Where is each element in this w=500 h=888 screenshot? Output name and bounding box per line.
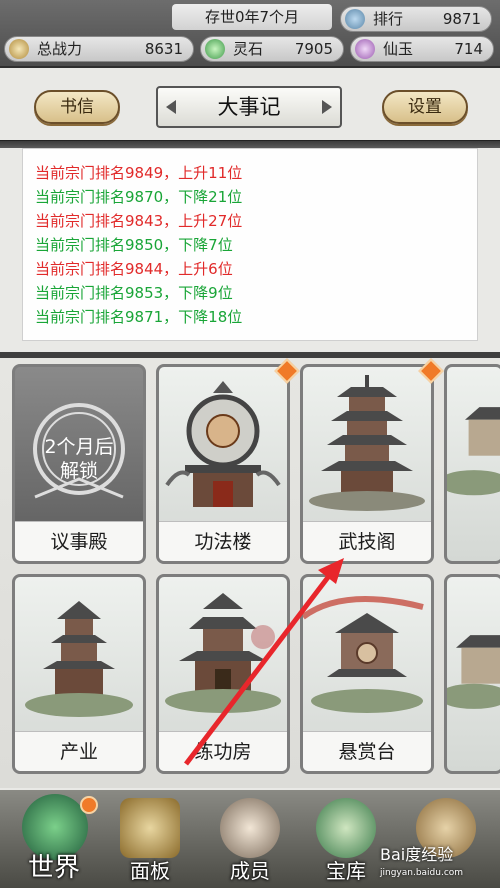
spirit-stone-icon bbox=[205, 39, 225, 59]
rank-icon bbox=[345, 9, 365, 29]
nav-treasury[interactable]: 宝库 bbox=[300, 790, 392, 888]
unlock-label: 解锁 bbox=[59, 460, 98, 482]
power-pill: 总战力 8631 bbox=[4, 36, 194, 62]
industry-art bbox=[25, 601, 133, 717]
event-line: 当前宗门排名9871，下降18位 bbox=[35, 308, 243, 326]
partial-building-art bbox=[447, 407, 500, 496]
spirit-stone-label: 灵石 bbox=[233, 40, 264, 58]
nav-label: 世界 bbox=[27, 853, 80, 883]
event-line: 当前宗门排名9870，下降21位 bbox=[35, 188, 243, 206]
building-name: 武技阁 bbox=[303, 521, 431, 561]
page-title-text: 大事记 bbox=[217, 95, 281, 119]
jade-pill[interactable]: 仙玉 714 bbox=[350, 36, 494, 62]
settings-button[interactable]: 设置 bbox=[382, 90, 468, 124]
building-name: 悬赏台 bbox=[303, 731, 431, 771]
notification-dot bbox=[80, 796, 98, 814]
nav-members[interactable]: 成员 bbox=[204, 790, 296, 888]
title-right-ornament bbox=[322, 100, 332, 114]
building-card-industry[interactable]: 产业 bbox=[12, 574, 146, 774]
watermark-sub: jingyan.baidu.com bbox=[380, 868, 464, 878]
spirit-stone-value: 7905 bbox=[294, 40, 333, 58]
sword-icon bbox=[9, 39, 29, 59]
event-line: 当前宗门排名9844，上升6位 bbox=[35, 260, 233, 278]
letters-button[interactable]: 书信 bbox=[34, 90, 120, 124]
building-name: 产业 bbox=[15, 731, 143, 771]
martial-pavilion-art bbox=[309, 375, 425, 511]
building-card-partial[interactable] bbox=[444, 364, 500, 564]
jade-value: 714 bbox=[454, 40, 483, 58]
building-card-bounty-board[interactable]: 悬赏台 bbox=[300, 574, 434, 774]
yin-yang-icon bbox=[316, 798, 376, 858]
power-value: 8631 bbox=[144, 40, 183, 58]
scroll-icon bbox=[120, 798, 180, 858]
jade-label: 仙玉 bbox=[383, 40, 414, 58]
rank-label: 排行 bbox=[373, 10, 404, 28]
era-display: 存世0年7个月 bbox=[172, 4, 332, 30]
jade-icon bbox=[355, 39, 375, 59]
event-line: 当前宗门排名9843，上升27位 bbox=[35, 212, 243, 230]
watermark: Bai度经验 jingyan.baidu.com bbox=[380, 846, 463, 882]
building-name: 练功房 bbox=[159, 731, 287, 771]
watermark-main: Bai度经验 bbox=[380, 845, 454, 864]
technique-tower-art bbox=[165, 381, 281, 507]
events-log[interactable]: 当前宗门排名9849，上升11位 当前宗门排名9870，下降21位 当前宗门排名… bbox=[22, 148, 478, 341]
building-name: 议事殿 bbox=[15, 521, 143, 561]
training-room-art bbox=[165, 593, 281, 713]
building-card-training-room[interactable]: 练功房 bbox=[156, 574, 290, 774]
event-line: 当前宗门排名9853，下降9位 bbox=[35, 284, 233, 302]
building-name: 功法楼 bbox=[159, 521, 287, 561]
rank-value: 9871 bbox=[442, 10, 481, 28]
status-bar: 存世0年7个月 排行 9871 总战力 8631 灵石 7905 仙玉 714 bbox=[0, 0, 500, 68]
event-line: 当前宗门排名9850，下降7位 bbox=[35, 236, 233, 254]
nav-label: 面板 bbox=[130, 859, 170, 883]
nav-label: 宝库 bbox=[326, 859, 366, 883]
building-card-martial-pavilion[interactable]: 武技阁 bbox=[300, 364, 434, 564]
nav-label: 成员 bbox=[230, 859, 270, 883]
building-card-partial-2[interactable] bbox=[444, 574, 500, 774]
header-divider bbox=[0, 140, 500, 148]
spirit-stone-pill[interactable]: 灵石 7905 bbox=[200, 36, 344, 62]
building-card-council-hall[interactable]: 2个月后 解锁 议事殿 bbox=[12, 364, 146, 564]
rank-pill[interactable]: 排行 9871 bbox=[340, 6, 492, 32]
page-title: 大事记 bbox=[156, 86, 342, 128]
partial-building-art-2 bbox=[447, 635, 500, 709]
unlock-countdown: 2个月后 bbox=[44, 436, 114, 458]
title-left-ornament bbox=[166, 100, 176, 114]
nav-panel[interactable]: 面板 bbox=[104, 790, 196, 888]
bounty-board-art bbox=[303, 596, 424, 713]
power-label: 总战力 bbox=[37, 40, 83, 58]
event-line: 当前宗门排名9849，上升11位 bbox=[35, 164, 243, 182]
building-card-technique-tower[interactable]: 功法楼 bbox=[156, 364, 290, 564]
nav-world[interactable]: 世界 bbox=[8, 790, 100, 888]
member-icon bbox=[220, 798, 280, 858]
